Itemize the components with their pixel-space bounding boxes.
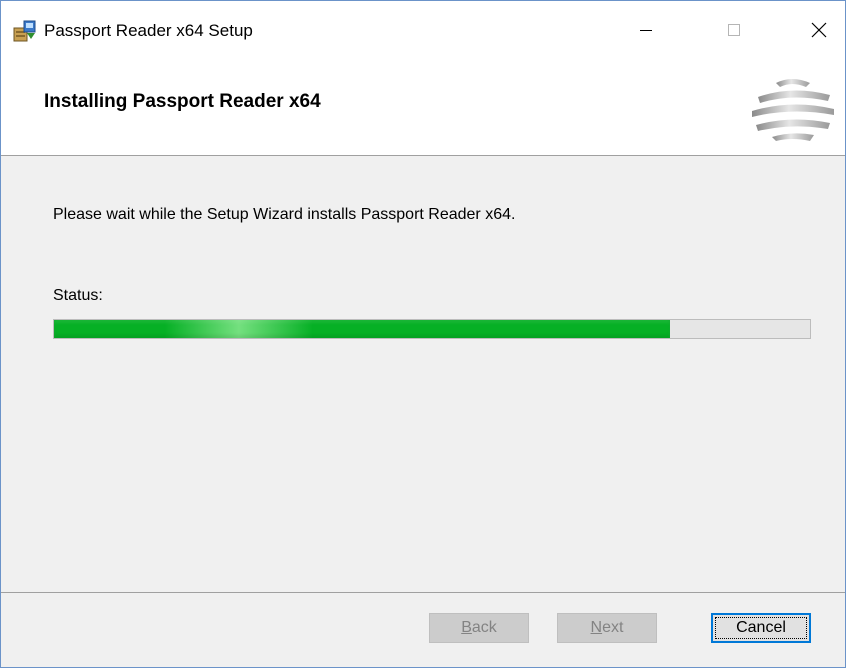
maximize-button[interactable] <box>709 1 759 63</box>
progress-fill <box>54 320 671 338</box>
footer-divider <box>1 592 845 593</box>
back-accelerator: B <box>461 619 472 636</box>
header-banner: Installing Passport Reader x64 <box>1 63 845 156</box>
close-button[interactable] <box>794 1 844 63</box>
minimize-button[interactable] <box>621 1 671 63</box>
back-button[interactable]: Back <box>429 613 529 643</box>
window-title: Passport Reader x64 Setup <box>44 21 253 40</box>
progress-bar <box>53 319 811 339</box>
cancel-button[interactable]: Cancel <box>711 613 811 643</box>
page-title: Installing Passport Reader x64 <box>44 91 321 112</box>
next-button[interactable]: Next <box>557 613 657 643</box>
back-label-rest: ack <box>471 619 497 636</box>
setup-window: Passport Reader x64 Setup Installing Pas… <box>0 0 846 668</box>
next-label-rest: ext <box>602 619 624 636</box>
title-bar[interactable]: Passport Reader x64 Setup <box>1 1 845 63</box>
install-message: Please wait while the Setup Wizard insta… <box>53 206 516 223</box>
installer-package-icon <box>13 19 37 43</box>
status-label: Status: <box>53 287 103 304</box>
maximize-icon <box>727 23 741 42</box>
cancel-label: Cancel <box>736 619 786 636</box>
minimize-icon <box>639 23 653 42</box>
next-accelerator: N <box>590 619 603 636</box>
striped-sphere-logo <box>746 71 838 147</box>
close-icon <box>811 22 827 43</box>
